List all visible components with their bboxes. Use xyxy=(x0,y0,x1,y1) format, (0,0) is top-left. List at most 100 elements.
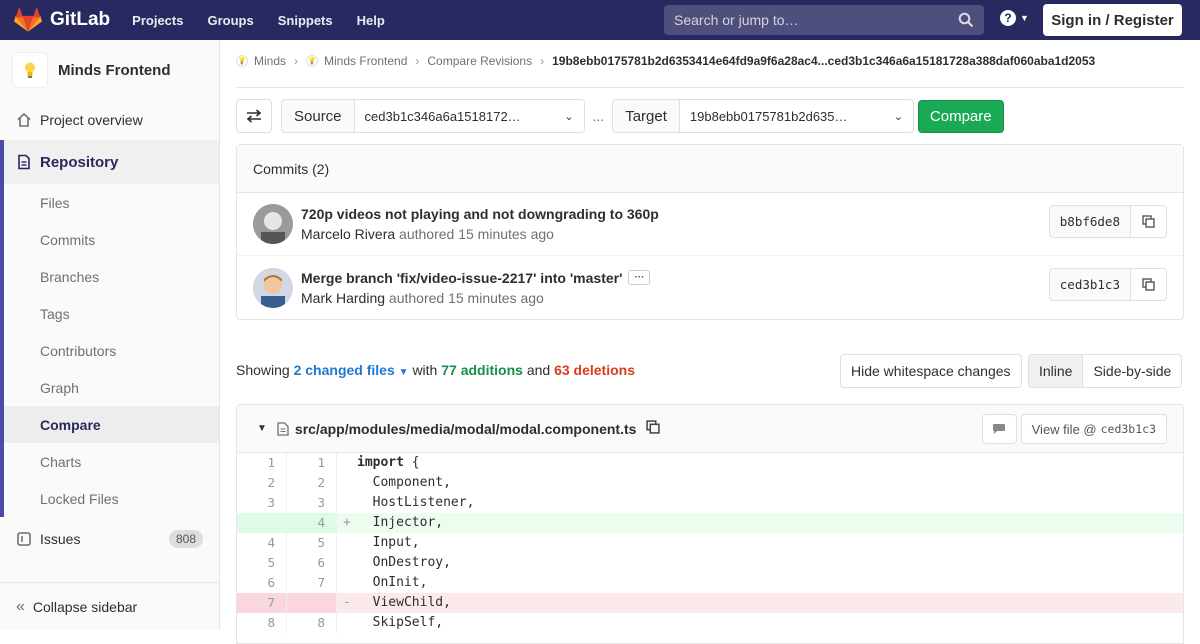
search-input[interactable]: Search or jump to… xyxy=(664,5,984,35)
diff-marker xyxy=(337,613,349,633)
nav-help[interactable]: Help xyxy=(357,13,385,28)
home-icon xyxy=(17,112,31,127)
breadcrumb-current[interactable]: 19b8ebb0175781b2d6353414e64fd9a9f6a28ac4… xyxy=(552,54,1095,68)
copy-sha-button[interactable] xyxy=(1131,268,1167,301)
avatar[interactable] xyxy=(253,204,293,244)
diff-line: 67 OnInit, xyxy=(237,573,1183,593)
code-text: Input, xyxy=(357,535,420,550)
diff-file-header: ▼ src/app/modules/media/modal/modal.comp… xyxy=(237,405,1183,453)
commit-time: 15 minutes ago xyxy=(458,226,554,242)
code-text: SkipSelf, xyxy=(357,615,444,630)
old-line-number[interactable]: 3 xyxy=(237,493,287,513)
hide-whitespace-button[interactable]: Hide whitespace changes xyxy=(840,354,1022,388)
commit-title-text[interactable]: Merge branch 'fix/video-issue-2217' into… xyxy=(301,270,622,286)
gitlab-tanuki-icon xyxy=(14,7,42,32)
old-line-number[interactable]: 5 xyxy=(237,553,287,573)
new-line-number[interactable]: 5 xyxy=(287,533,337,553)
sidebar-item-contributors[interactable]: Contributors xyxy=(4,332,219,369)
new-line-number[interactable]: 8 xyxy=(287,613,337,633)
sidebar-item-issues[interactable]: Issues 808 xyxy=(0,517,219,561)
sidebar-item-project-overview[interactable]: Project overview xyxy=(0,100,219,140)
sidebar-item-commits[interactable]: Commits xyxy=(4,221,219,258)
nav-snippets[interactable]: Snippets xyxy=(278,13,333,28)
double-chevron-left-icon: « xyxy=(16,597,25,615)
commit-title[interactable]: 720p videos not playing and not downgrad… xyxy=(301,206,659,222)
breadcrumb-label: Minds xyxy=(254,54,287,68)
old-line-number[interactable]: 2 xyxy=(237,473,287,493)
new-line-number[interactable]: 6 xyxy=(287,553,337,573)
target-label: Target xyxy=(612,99,680,133)
old-line-number[interactable]: 7 xyxy=(237,593,287,613)
sidebar: Minds Frontend Project overview Reposito… xyxy=(0,40,220,630)
breadcrumb-item-minds[interactable]: 💡 Minds xyxy=(236,54,286,68)
caret-down-icon: ▼ xyxy=(398,367,409,378)
sidebar-item-locked-files[interactable]: Locked Files xyxy=(4,480,219,517)
issues-count-badge: 808 xyxy=(168,530,203,548)
swap-revisions-button[interactable] xyxy=(236,99,272,133)
changed-files-dropdown[interactable]: 2 changed files ▼ xyxy=(294,362,409,378)
commit-authored: authored xyxy=(388,289,445,306)
source-ref-dropdown[interactable]: ced3b1c346a6a1518172… ⌄ xyxy=(354,99,585,133)
diff-line: 88 SkipSelf, xyxy=(237,613,1183,633)
sidebar-item-repository[interactable]: Repository xyxy=(4,140,219,184)
view-file-button[interactable]: View file @ ced3b1c3 xyxy=(1020,414,1167,444)
commits-list: Commits (2) 720p videos not playing and … xyxy=(236,144,1184,320)
breadcrumb-item-compare-revisions[interactable]: Compare Revisions xyxy=(427,54,532,68)
sign-in-button[interactable]: Sign in / Register xyxy=(1043,4,1182,36)
old-line-number[interactable] xyxy=(237,513,287,533)
expand-commit-message-button[interactable]: ··· xyxy=(628,270,651,285)
chevron-right-icon: › xyxy=(294,54,299,68)
toggle-comments-button[interactable] xyxy=(981,414,1017,444)
target-ref-dropdown[interactable]: 19b8ebb0175781b2d635… ⌄ xyxy=(679,99,914,133)
breadcrumb-item-minds-frontend[interactable]: 💡 Minds Frontend xyxy=(306,54,407,68)
avatar[interactable] xyxy=(253,267,293,308)
swap-icon xyxy=(246,109,262,123)
old-line-number[interactable]: 8 xyxy=(237,613,287,633)
sidebar-project-header[interactable]: Minds Frontend xyxy=(0,40,219,100)
code-text: OnInit, xyxy=(357,575,428,590)
new-line-number[interactable]: 1 xyxy=(287,453,337,473)
side-by-side-view-button[interactable]: Side-by-side xyxy=(1083,354,1183,388)
sidebar-item-graph[interactable]: Graph xyxy=(4,369,219,406)
new-line-number[interactable]: 4 xyxy=(287,513,337,533)
collapse-sidebar-button[interactable]: « Collapse sidebar xyxy=(0,582,219,630)
new-line-number[interactable]: 7 xyxy=(287,573,337,593)
commit-sha[interactable]: b8bf6de8 xyxy=(1048,205,1131,238)
nav-projects[interactable]: Projects xyxy=(132,13,183,28)
avatar-image xyxy=(253,204,293,244)
sidebar-item-files[interactable]: Files xyxy=(4,184,219,221)
file-actions: View file @ ced3b1c3 xyxy=(981,414,1167,444)
commit-sha[interactable]: ced3b1c3 xyxy=(1048,268,1131,301)
commit-author[interactable]: Mark Harding xyxy=(301,290,385,306)
sidebar-item-compare[interactable]: Compare xyxy=(4,406,219,443)
diff-marker xyxy=(337,533,349,553)
new-line-number[interactable]: 3 xyxy=(287,493,337,513)
file-icon xyxy=(277,421,289,436)
nav-groups[interactable]: Groups xyxy=(207,13,253,28)
compare-form: Source ced3b1c346a6a1518172… ⌄ ... Targe… xyxy=(236,99,1004,133)
main-content: 💡 Minds › 💡 Minds Frontend › Compare Rev… xyxy=(220,40,1200,644)
diff-line: 7 - ViewChild, xyxy=(237,593,1183,613)
old-line-number[interactable]: 4 xyxy=(237,533,287,553)
file-path[interactable]: src/app/modules/media/modal/modal.compon… xyxy=(295,421,637,437)
sidebar-item-tags[interactable]: Tags xyxy=(4,295,219,332)
inline-view-button[interactable]: Inline xyxy=(1028,354,1084,388)
old-line-number[interactable]: 6 xyxy=(237,573,287,593)
copy-path-button[interactable] xyxy=(646,420,661,437)
help-dropdown[interactable]: ? ▼ xyxy=(1000,10,1029,26)
commit-sha-group: ced3b1c3 xyxy=(1048,268,1167,301)
old-line-number[interactable]: 1 xyxy=(237,453,287,473)
chevron-down-icon: ▼ xyxy=(1020,13,1029,23)
collapse-file-toggle[interactable]: ▼ xyxy=(257,423,267,434)
commit-author[interactable]: Marcelo Rivera xyxy=(301,226,395,242)
new-line-number[interactable]: 2 xyxy=(287,473,337,493)
search-icon xyxy=(958,12,974,28)
new-line-number[interactable] xyxy=(287,593,337,613)
copy-sha-button[interactable] xyxy=(1131,205,1167,238)
sidebar-item-charts[interactable]: Charts xyxy=(4,443,219,480)
commits-header: Commits (2) xyxy=(237,145,1183,193)
gitlab-logo[interactable]: GitLab xyxy=(14,7,110,33)
compare-button[interactable]: Compare xyxy=(917,99,1004,133)
commit-meta: Marcelo Rivera authored 15 minutes ago xyxy=(301,226,659,242)
sidebar-item-branches[interactable]: Branches xyxy=(4,258,219,295)
